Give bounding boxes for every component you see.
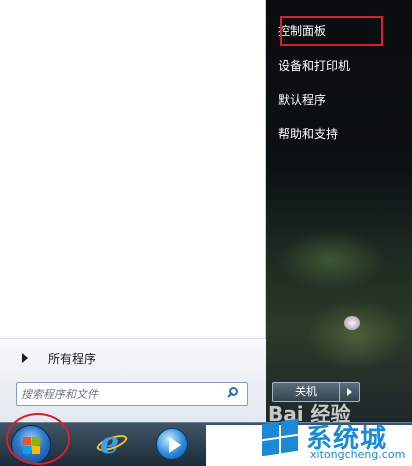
help-support-label: 帮助和支持 — [278, 127, 339, 141]
menu-item-control-panel[interactable]: 控制面板 — [278, 16, 383, 46]
menu-item-help-support[interactable]: 帮助和支持 — [278, 122, 338, 146]
start-menu-lower-section: 所有程序 — [0, 338, 266, 422]
background-flower — [344, 316, 360, 330]
media-player-icon[interactable] — [156, 428, 188, 460]
background-foliage — [306, 300, 406, 370]
chevron-right-icon — [347, 388, 352, 396]
all-programs-label: 所有程序 — [48, 351, 97, 366]
search-box[interactable] — [16, 382, 248, 406]
site-logo-icon — [258, 418, 302, 458]
site-url-watermark: xitongcheng.com — [310, 448, 406, 461]
start-menu-right-pane: 控制面板 设备和打印机 默认程序 帮助和支持 — [266, 0, 412, 422]
triangle-right-icon — [22, 353, 28, 363]
highlight-annotation-box — [280, 16, 383, 46]
default-programs-label: 默认程序 — [278, 93, 327, 107]
start-menu-left-pane: 所有程序 — [0, 0, 266, 422]
search-icon[interactable] — [224, 384, 244, 404]
highlight-annotation-circle — [6, 413, 70, 465]
menu-item-default-programs[interactable]: 默认程序 — [278, 88, 326, 112]
search-input[interactable] — [17, 384, 224, 404]
background-foliage — [276, 230, 386, 290]
internet-explorer-icon[interactable]: e — [94, 426, 130, 461]
devices-printers-label: 设备和打印机 — [278, 59, 351, 73]
all-programs-item[interactable]: 所有程序 — [10, 345, 256, 371]
menu-item-devices-printers[interactable]: 设备和打印机 — [278, 54, 350, 78]
